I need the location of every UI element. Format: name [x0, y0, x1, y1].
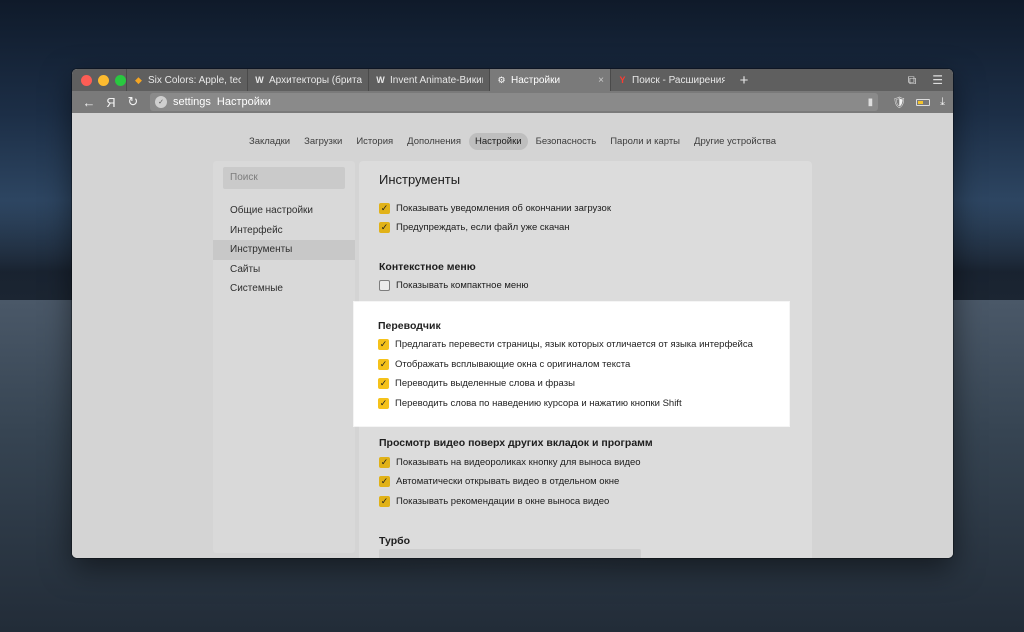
option-label: Показывать уведомления об окончании загр…	[396, 203, 611, 214]
tabbar-controls: ⧉ ☰	[908, 69, 953, 91]
wikipedia-icon: W	[376, 75, 385, 85]
sidebar-item-interface[interactable]: Интерфейс	[213, 221, 355, 241]
nav-security[interactable]: Безопасность	[530, 133, 603, 150]
turbo-select[interactable]	[379, 549, 641, 558]
sidebar-item-tools[interactable]: Инструменты	[213, 240, 355, 260]
tab-title: Six Colors: Apple, technology	[148, 74, 241, 86]
option-show-original-popup[interactable]: ✓ Отображать всплывающие окна с оригинал…	[378, 359, 630, 370]
yandex-logo-button[interactable]: Я	[100, 95, 122, 110]
option-warn-downloaded[interactable]: ✓ Предупреждать, если файл уже скачан	[379, 222, 570, 233]
checkbox-checked-icon[interactable]: ✓	[379, 457, 390, 468]
sixcolors-icon: ◆	[135, 74, 142, 85]
protect-shield-icon[interactable]: 🛡	[892, 96, 906, 109]
checkbox-checked-icon[interactable]: ✓	[378, 339, 389, 350]
nav-history[interactable]: История	[350, 133, 399, 150]
reload-button[interactable]: ↻	[122, 94, 144, 110]
nav-bookmarks[interactable]: Закладки	[243, 133, 296, 150]
nav-downloads[interactable]: Загрузки	[298, 133, 348, 150]
address-toolbar: ← Я ↻ ✓ settings Настройки ▮ 🛡 ⤓	[72, 91, 953, 113]
nav-other-devices[interactable]: Другие устройства	[688, 133, 782, 150]
option-label: Показывать на видеороликах кнопку для вы…	[396, 457, 641, 468]
checkbox-checked-icon[interactable]: ✓	[378, 378, 389, 389]
nav-settings[interactable]: Настройки	[469, 133, 528, 150]
option-label: Показывать рекомендации в окне выноса ви…	[396, 496, 610, 507]
tab-title: Поиск - Расширения для	[632, 74, 725, 86]
bookmark-icon[interactable]: ▮	[868, 97, 874, 108]
checkbox-checked-icon[interactable]: ✓	[379, 496, 390, 507]
yandex-icon: Y	[619, 75, 626, 85]
sidebar-item-sites[interactable]: Сайты	[213, 260, 355, 280]
option-video-recommendations[interactable]: ✓ Показывать рекомендации в окне выноса …	[379, 496, 609, 507]
address-host: settings	[173, 96, 211, 108]
sidebar-item-general[interactable]: Общие настройки	[213, 201, 355, 221]
option-translate-selection[interactable]: ✓ Переводить выделенные слова и фразы	[378, 378, 575, 389]
option-label: Автоматически открывать видео в отдельно…	[396, 476, 620, 487]
settings-sidebar: Поиск Общие настройки Интерфейс Инструме…	[213, 161, 355, 553]
option-download-notifications[interactable]: ✓ Показывать уведомления об окончании за…	[379, 203, 611, 214]
option-label: Показывать компактное меню	[396, 280, 529, 291]
option-label: Переводить слова по наведению курсора и …	[395, 398, 682, 409]
window-controls	[72, 69, 126, 91]
new-tab-button[interactable]: +	[731, 69, 757, 91]
tab-architects[interactable]: W Архитекторы (британская	[247, 69, 368, 91]
tab-title: Invent Animate-Википедия	[390, 74, 483, 86]
battery-saver-icon[interactable]	[916, 98, 931, 106]
menu-icon[interactable]: ☰	[932, 73, 943, 87]
sidebar-list: Общие настройки Интерфейс Инструменты Са…	[213, 201, 355, 299]
checkbox-unchecked-icon[interactable]	[379, 280, 390, 291]
translator-highlight-box: Переводчик ✓ Предлагать перевести страни…	[354, 302, 789, 426]
tabs-overview-icon[interactable]: ⧉	[908, 73, 917, 88]
tab-invent-animate[interactable]: W Invent Animate-Википедия	[368, 69, 489, 91]
toolbar-extensions: 🛡 ⤓	[878, 96, 953, 109]
option-video-auto-open[interactable]: ✓ Автоматически открывать видео в отдель…	[379, 476, 619, 487]
tab-six-colors[interactable]: ◆ Six Colors: Apple, technology	[126, 69, 247, 91]
option-translate-hover-shift[interactable]: ✓ Переводить слова по наведению курсора …	[378, 398, 682, 409]
section-title-video: Просмотр видео поверх других вкладок и п…	[379, 437, 653, 449]
nav-passwords[interactable]: Пароли и карты	[604, 133, 686, 150]
section-title-translator: Переводчик	[378, 320, 441, 332]
maximize-window-button[interactable]	[115, 74, 126, 86]
address-bar[interactable]: ✓ settings Настройки ▮	[150, 93, 879, 111]
option-offer-translate[interactable]: ✓ Предлагать перевести страницы, язык ко…	[378, 339, 753, 350]
checkbox-checked-icon[interactable]: ✓	[379, 476, 390, 487]
tab-search-extensions[interactable]: Y Поиск - Расширения для	[610, 69, 731, 91]
close-tab-icon[interactable]: ×	[598, 75, 604, 86]
wikipedia-icon: W	[255, 75, 264, 85]
option-label: Предлагать перевести страницы, язык кото…	[395, 339, 753, 350]
checkbox-checked-icon[interactable]: ✓	[378, 359, 389, 370]
option-compact-menu[interactable]: Показывать компактное меню	[379, 280, 529, 291]
option-label: Отображать всплывающие окна с оригиналом…	[395, 359, 631, 370]
address-page-title: Настройки	[216, 96, 271, 108]
close-window-button[interactable]	[81, 74, 92, 86]
settings-top-nav: Закладки Загрузки История Дополнения Нас…	[72, 133, 953, 150]
option-video-popout-button[interactable]: ✓ Показывать на видеороликах кнопку для …	[379, 457, 641, 468]
tab-bar: ◆ Six Colors: Apple, technology W Архите…	[72, 69, 953, 91]
site-protection-icon[interactable]: ✓	[155, 96, 167, 108]
tab-settings[interactable]: ⚙ Настройки ×	[489, 69, 610, 91]
checkbox-checked-icon[interactable]: ✓	[378, 398, 389, 409]
nav-extensions[interactable]: Дополнения	[401, 133, 467, 150]
downloads-icon[interactable]: ⤓	[940, 96, 945, 109]
checkbox-checked-icon[interactable]: ✓	[379, 222, 390, 233]
settings-search-input[interactable]: Поиск	[223, 167, 345, 189]
option-label: Предупреждать, если файл уже скачан	[396, 222, 570, 233]
section-title-turbo: Турбо	[379, 535, 411, 547]
option-label: Переводить выделенные слова и фразы	[395, 378, 575, 389]
sidebar-item-system[interactable]: Системные	[213, 279, 355, 299]
tab-title: Архитекторы (британская	[269, 74, 362, 86]
back-button[interactable]: ←	[78, 95, 100, 110]
tab-title: Настройки	[511, 74, 561, 86]
gear-icon: ⚙	[497, 74, 506, 85]
checkbox-checked-icon[interactable]: ✓	[379, 203, 390, 214]
panel-title: Инструменты	[379, 172, 461, 187]
section-title-context-menu: Контекстное меню	[379, 261, 476, 273]
minimize-window-button[interactable]	[98, 74, 109, 86]
